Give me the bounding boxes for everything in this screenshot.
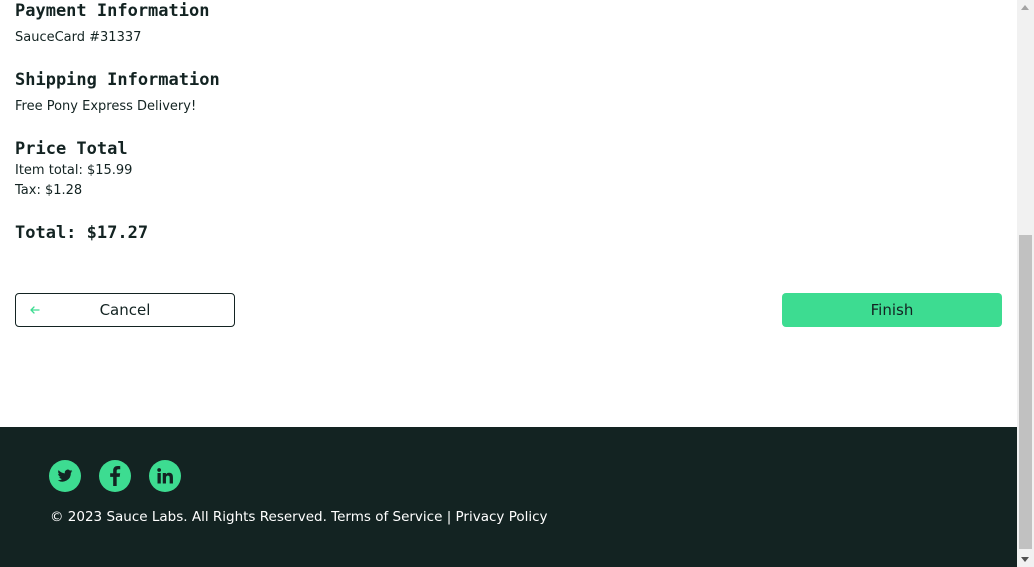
twitter-icon[interactable] [49,460,81,492]
shipping-info-heading: Shipping Information [15,70,220,90]
copyright-text: © 2023 Sauce Labs. All Rights Reserved. … [50,509,548,525]
total-label: Total: $17.27 [15,223,149,243]
shipping-info-value: Free Pony Express Delivery! [15,99,197,114]
finish-button-label: Finish [870,301,914,319]
facebook-icon[interactable] [99,460,131,492]
checkout-overview: Payment Information SauceCard #31337 Shi… [0,0,1017,567]
scroll-up-icon[interactable] [1021,5,1029,10]
price-total-heading: Price Total [15,139,128,159]
payment-info-heading: Payment Information [15,1,210,21]
cancel-button-label: Cancel [99,301,151,319]
scroll-down-icon[interactable] [1021,557,1029,562]
arrow-left-icon [28,302,42,318]
footer: © 2023 Sauce Labs. All Rights Reserved. … [0,427,1017,567]
vertical-scrollbar[interactable] [1017,0,1034,567]
tax-label: Tax: $1.28 [15,183,83,198]
scrollbar-thumb[interactable] [1019,235,1032,549]
item-total-label: Item total: $15.99 [15,163,133,178]
cancel-button[interactable]: Cancel [15,293,235,327]
linkedin-icon[interactable] [149,460,181,492]
payment-info-value: SauceCard #31337 [15,30,142,45]
finish-button[interactable]: Finish [782,293,1002,327]
